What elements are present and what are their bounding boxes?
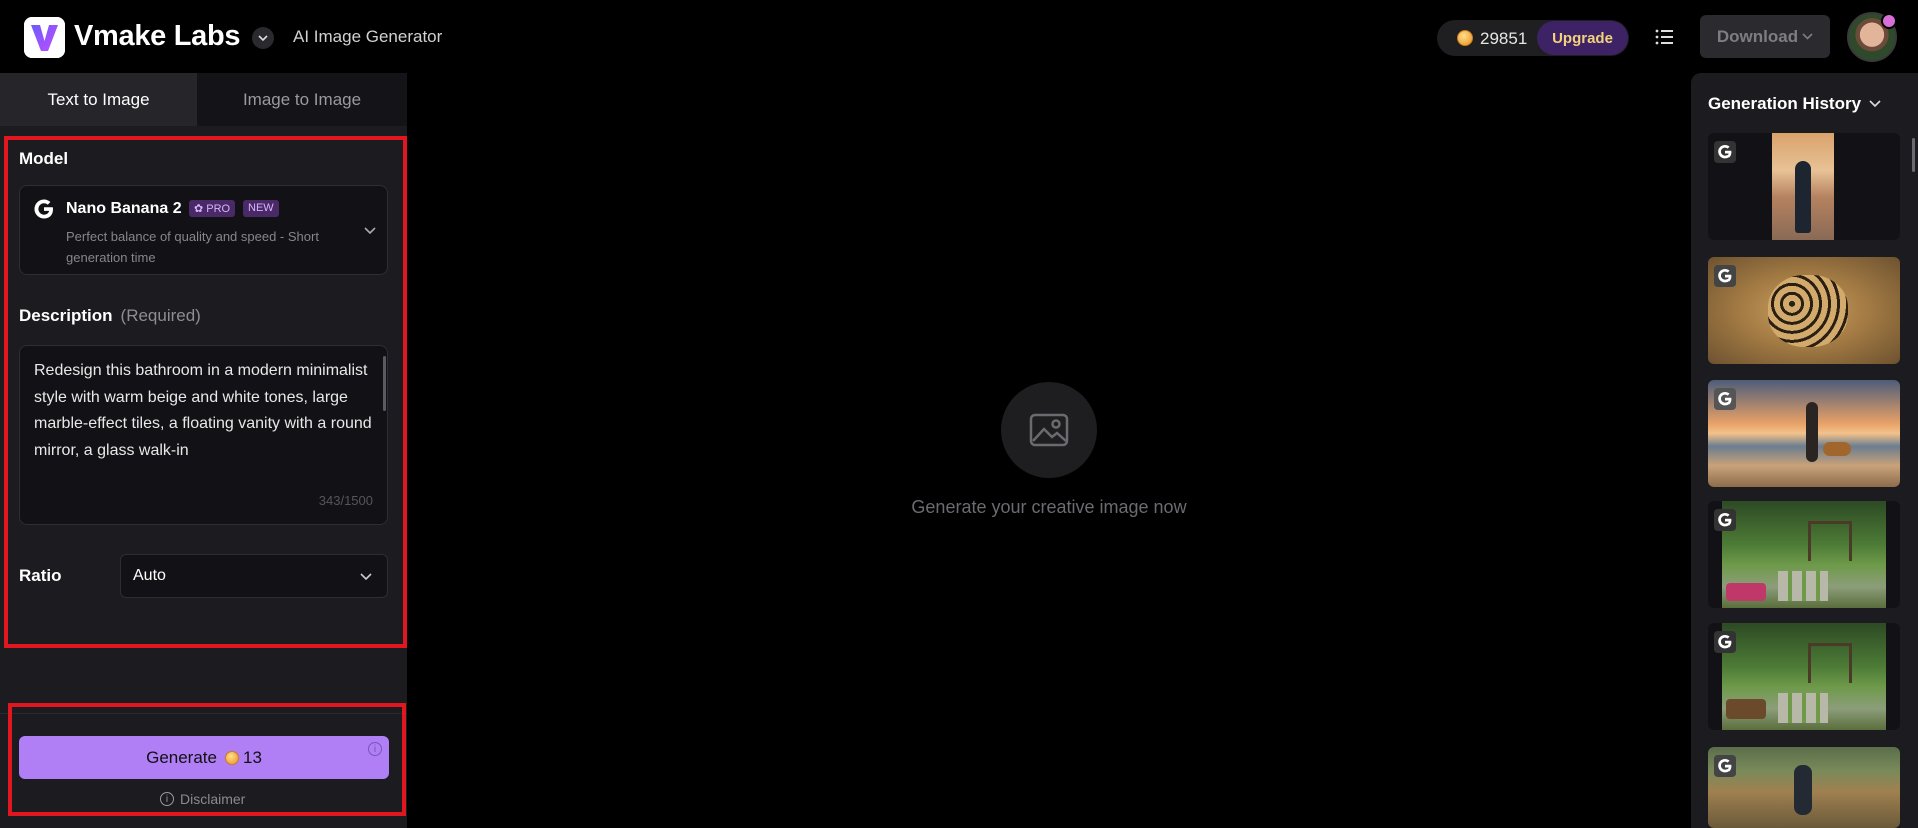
description-text: Redesign this bathroom in a modern minim… [34, 362, 372, 459]
model-description: Perfect balance of quality and speed - S… [66, 229, 319, 265]
history-thumbnail-runner [1794, 765, 1812, 815]
ratio-value: Auto [133, 567, 166, 584]
history-thumbnail-dog [1823, 442, 1851, 456]
mode-tabs: Text to Image Image to Image [0, 73, 407, 126]
google-g-icon [1714, 388, 1736, 410]
coin-icon [1457, 30, 1473, 46]
char-counter: 343/1500 [318, 493, 373, 508]
app-root: Vmake Labs AI Image Generator 29851 Upgr… [0, 0, 1918, 828]
info-icon[interactable]: i [368, 742, 382, 756]
disclaimer-link[interactable]: i Disclaimer [160, 791, 245, 807]
credits-count: 29851 [1480, 29, 1528, 48]
chevron-down-icon [1869, 100, 1881, 108]
required-hint: (Required) [120, 306, 201, 325]
history-item[interactable] [1708, 623, 1900, 730]
top-header: Vmake Labs AI Image Generator 29851 Upgr… [0, 0, 1918, 73]
history-thumbnail-bench [1726, 699, 1766, 719]
tab-image-to-image[interactable]: Image to Image [197, 73, 407, 126]
vmake-logo-icon[interactable] [24, 17, 65, 58]
model-selector[interactable]: Nano Banana 2 ✿ PRO NEW Perfect balance … [19, 185, 388, 275]
generate-cost: 13 [242, 747, 262, 767]
history-thumbnail-pergola [1808, 643, 1852, 683]
history-thumbnail-person [1806, 402, 1818, 462]
google-g-icon [1714, 755, 1736, 777]
history-dropdown[interactable]: Generation History [1708, 94, 1881, 114]
history-scrollbar[interactable] [1912, 138, 1915, 172]
coin-icon [224, 750, 239, 765]
description-label: Description (Required) [19, 306, 201, 326]
product-subtitle: AI Image Generator [293, 27, 443, 46]
google-g-icon [34, 199, 53, 219]
brand-dropdown-button[interactable] [252, 27, 274, 49]
model-label: Model [19, 149, 69, 168]
history-thumbnail-figure [1795, 161, 1811, 233]
history-item[interactable] [1708, 380, 1900, 487]
new-badge: NEW [243, 200, 279, 217]
history-thumbnail-leopard [1768, 275, 1848, 347]
google-g-icon [1714, 265, 1736, 287]
credits-pill: 29851 Upgrade [1437, 20, 1629, 56]
generator-panel: Text to Image Image to Image Model Nano … [0, 73, 407, 828]
image-placeholder-icon [1001, 382, 1097, 478]
chevron-down-icon [258, 34, 268, 41]
history-thumbnail-pergola [1808, 521, 1852, 561]
disclaimer-label: Disclaimer [180, 791, 246, 807]
ratio-select[interactable]: Auto [120, 554, 388, 598]
description-label-text: Description [19, 306, 113, 325]
ratio-label: Ratio [19, 566, 62, 585]
history-thumbnail-path [1778, 571, 1828, 601]
chevron-down-icon [1802, 33, 1813, 40]
model-name: Nano Banana 2 [66, 200, 182, 217]
google-g-icon [1714, 631, 1736, 653]
task-list-icon[interactable] [1653, 26, 1675, 48]
membership-badge-icon [1881, 13, 1897, 29]
history-item[interactable] [1708, 501, 1900, 608]
brand-name: Vmake Labs [74, 20, 241, 52]
empty-state-text: Generate your creative image now [911, 497, 1187, 517]
generate-label: Generate [146, 747, 217, 767]
download-button[interactable]: Download [1700, 15, 1830, 58]
tab-text-to-image[interactable]: Text to Image [0, 73, 197, 126]
chevron-down-icon [364, 227, 376, 235]
download-label: Download [1716, 26, 1799, 46]
history-panel: Generation History [1691, 73, 1918, 828]
google-g-icon [1714, 141, 1736, 163]
history-thumbnail [1708, 380, 1900, 487]
upgrade-button[interactable]: Upgrade [1537, 21, 1628, 55]
history-item[interactable] [1708, 133, 1900, 240]
chevron-down-icon [360, 573, 372, 581]
history-thumbnail-flowers [1726, 583, 1766, 601]
description-input[interactable]: Redesign this bathroom in a modern minim… [19, 345, 388, 525]
google-g-icon [1714, 509, 1736, 531]
pro-badge: ✿ PRO [189, 200, 236, 217]
history-title: Generation History [1708, 94, 1862, 113]
history-item[interactable] [1708, 747, 1900, 828]
user-avatar[interactable] [1847, 12, 1897, 62]
panel-divider [0, 713, 407, 714]
description-scrollbar[interactable] [383, 356, 386, 411]
generate-button[interactable]: Generate 13 [19, 736, 389, 779]
history-item[interactable] [1708, 257, 1900, 364]
info-icon: i [160, 792, 174, 806]
history-thumbnail-path [1778, 693, 1828, 723]
